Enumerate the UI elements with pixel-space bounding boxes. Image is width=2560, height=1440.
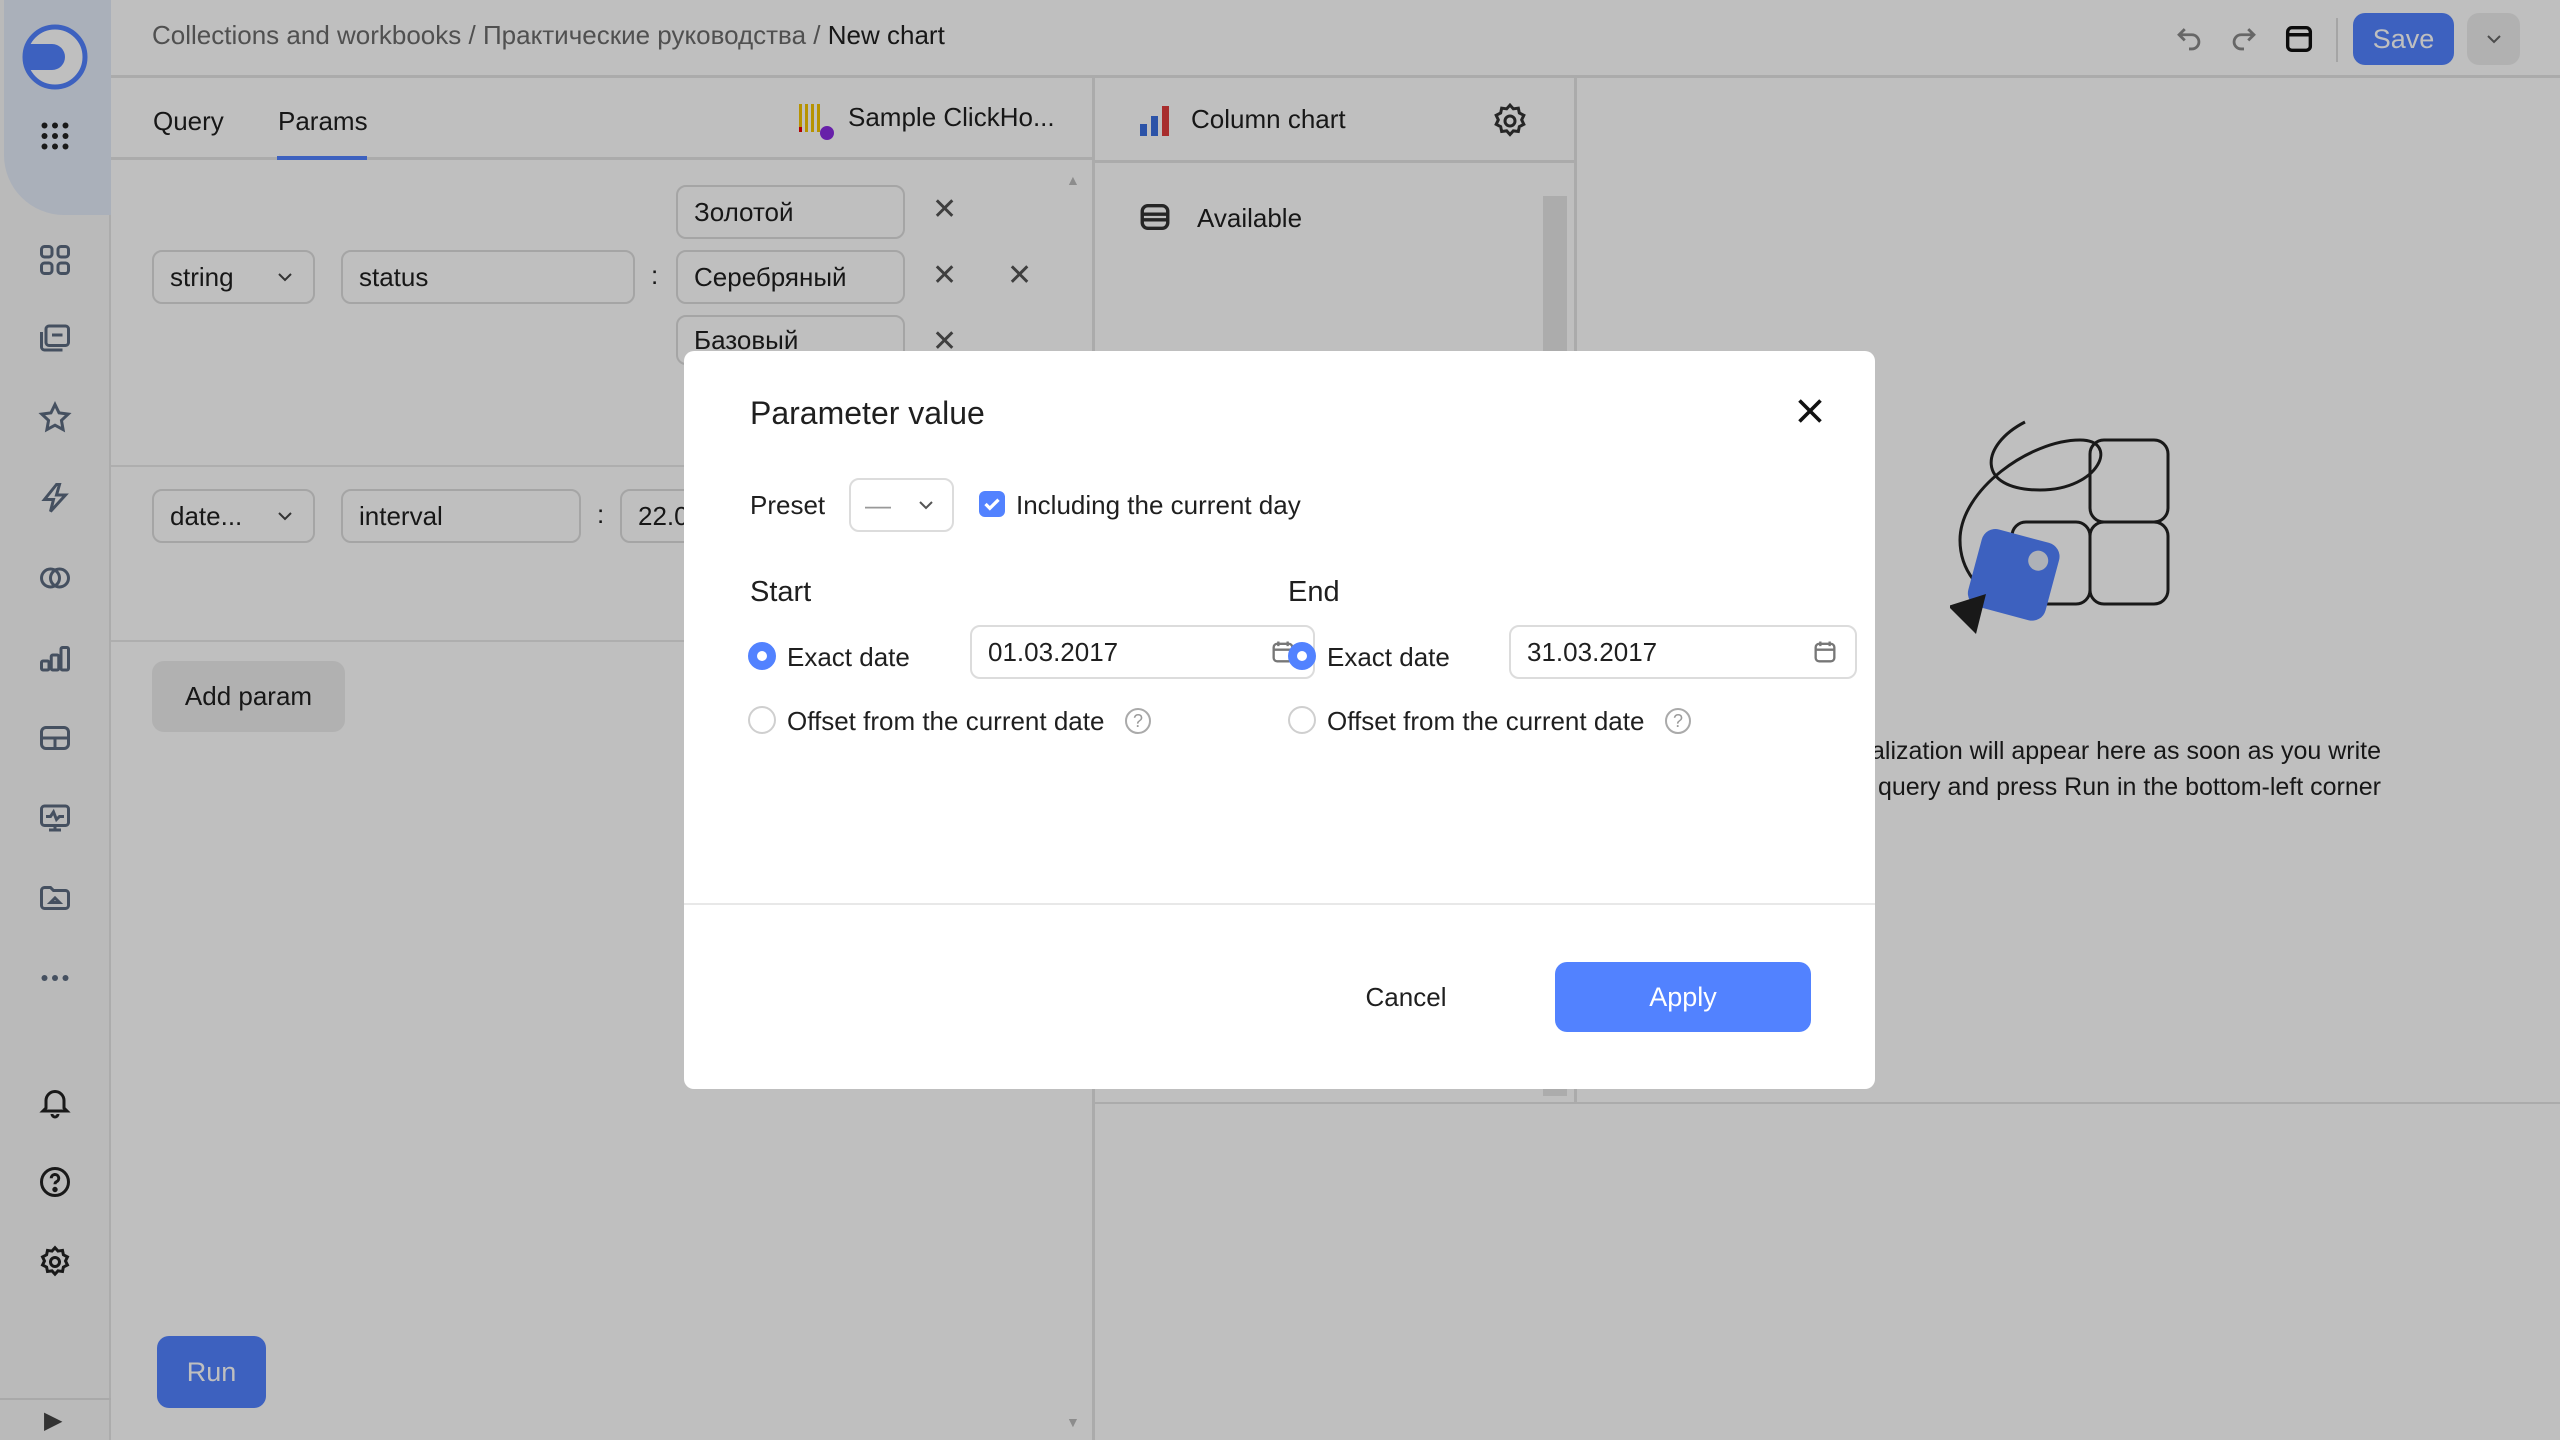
preset-value: — bbox=[865, 489, 891, 520]
help-icon[interactable]: ? bbox=[1665, 708, 1691, 734]
end-exact-date-radio[interactable] bbox=[1288, 642, 1316, 670]
cancel-button[interactable]: Cancel bbox=[1344, 962, 1468, 1032]
dialog-footer-divider bbox=[684, 903, 1875, 905]
preset-label: Preset bbox=[750, 490, 826, 520]
end-offset-radio[interactable] bbox=[1288, 706, 1316, 734]
including-current-day-checkbox[interactable] bbox=[979, 491, 1005, 517]
end-date-input[interactable]: 31.03.2017 bbox=[1509, 625, 1857, 679]
apply-button[interactable]: Apply bbox=[1555, 962, 1811, 1032]
end-label: End bbox=[1288, 576, 1340, 608]
start-offset-label[interactable]: Offset from the current date bbox=[787, 706, 1104, 737]
help-icon[interactable]: ? bbox=[1125, 708, 1151, 734]
chevron-down-icon bbox=[919, 501, 933, 510]
calendar-icon[interactable] bbox=[1811, 638, 1839, 666]
end-exact-date-label[interactable]: Exact date bbox=[1327, 642, 1450, 673]
start-date-value: 01.03.2017 bbox=[988, 636, 1119, 667]
dialog-title: Parameter value bbox=[750, 395, 985, 431]
check-icon bbox=[984, 498, 1000, 511]
start-date-input[interactable]: 01.03.2017 bbox=[970, 625, 1315, 679]
including-current-day-label[interactable]: Including the current day bbox=[1016, 490, 1301, 521]
end-offset-label[interactable]: Offset from the current date bbox=[1327, 706, 1644, 737]
parameter-value-dialog: Parameter value Preset — Including the c… bbox=[684, 351, 1875, 1089]
start-exact-date-label[interactable]: Exact date bbox=[787, 642, 910, 673]
close-icon[interactable] bbox=[1792, 393, 1828, 429]
start-offset-radio[interactable] bbox=[748, 706, 776, 734]
end-date-value: 31.03.2017 bbox=[1527, 636, 1658, 667]
preset-select[interactable]: — bbox=[849, 478, 954, 532]
start-exact-date-radio[interactable] bbox=[748, 642, 776, 670]
start-label: Start bbox=[750, 576, 812, 608]
